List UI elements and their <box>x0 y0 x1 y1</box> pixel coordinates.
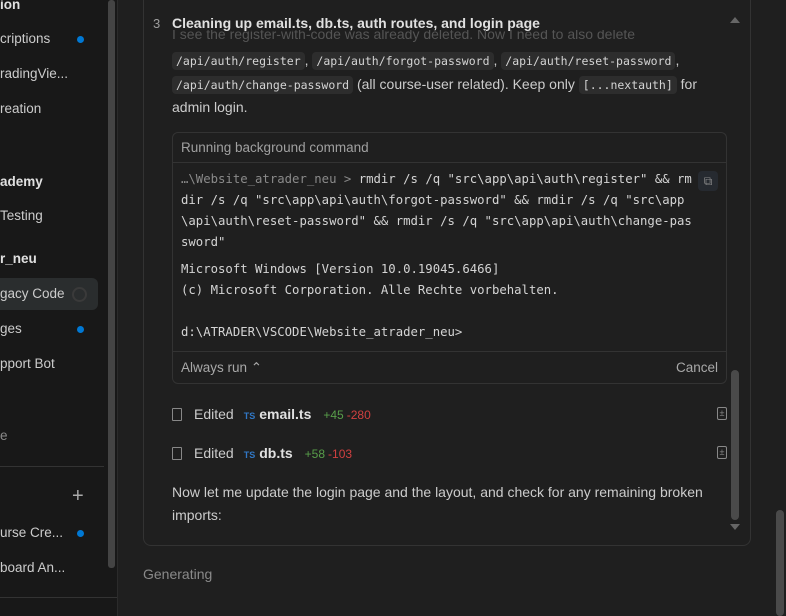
unread-dot <box>77 326 84 333</box>
step-title[interactable]: Cleaning up email.ts, db.ts, auth routes… <box>172 15 540 31</box>
step-number: 3 <box>153 16 161 31</box>
sidebar-group-header[interactable]: r_neu <box>0 243 98 275</box>
divider <box>0 466 104 467</box>
sidebar-item[interactable]: reation <box>0 93 98 125</box>
typescript-icon: TS <box>243 411 256 421</box>
divider <box>0 597 117 598</box>
file-icon <box>172 447 182 460</box>
unread-dot <box>77 36 84 43</box>
file-icon <box>172 408 182 421</box>
sidebar-item[interactable]: criptions <box>0 23 98 55</box>
card-scrollbar[interactable] <box>731 370 739 520</box>
sidebar-item[interactable]: Testing <box>0 200 98 232</box>
diff-icon[interactable]: ± <box>717 407 727 420</box>
sidebar-item-label: gacy Code <box>0 286 65 301</box>
main-scrollbar[interactable] <box>776 510 784 616</box>
terminal-panel: Running background command ⧉ …\Website_a… <box>172 132 727 384</box>
sidebar-item[interactable]: e <box>0 420 98 452</box>
sidebar-group-header[interactable]: ion <box>0 0 98 21</box>
sidebar-scrollbar[interactable] <box>108 0 115 568</box>
terminal-cwd: …\Website_atrader_neu > <box>181 172 359 186</box>
lines-removed: -280 <box>346 408 371 422</box>
code-span: /api/auth/register <box>172 52 305 70</box>
sidebar-item[interactable]: urse Cre... <box>0 517 98 549</box>
copy-icon[interactable]: ⧉ <box>698 171 718 191</box>
diff-icon[interactable]: ± <box>717 446 727 459</box>
sidebar-item[interactable]: radingVie... <box>0 58 98 90</box>
cancel-button[interactable]: Cancel <box>676 352 718 383</box>
sidebar: ion criptions radingVie... reation ademy… <box>0 0 118 616</box>
closing-paragraph: Now let me update the login page and the… <box>172 484 703 523</box>
collapse-icon[interactable] <box>730 17 740 23</box>
file-name[interactable]: db.ts <box>259 445 292 461</box>
scroll-down-icon[interactable] <box>730 524 740 530</box>
sidebar-item-label: urse Cre... <box>0 525 64 540</box>
lines-removed: -103 <box>328 447 353 461</box>
file-name[interactable]: email.ts <box>259 406 311 422</box>
code-span: [...nextauth] <box>578 75 677 94</box>
terminal-title: Running background command <box>173 133 726 163</box>
status-text: Generating <box>143 566 213 582</box>
sidebar-item-label: pport Bot <box>0 356 55 371</box>
terminal-footer: Always run ⌃ Cancel <box>173 351 726 383</box>
unread-dot <box>77 530 84 537</box>
typescript-icon: TS <box>243 450 256 460</box>
sidebar-group-header[interactable]: ademy <box>0 166 98 198</box>
edited-file-row[interactable]: Edited TS email.ts +45 -280 ± <box>172 404 727 424</box>
sidebar-item[interactable]: board An... <box>0 552 98 584</box>
lines-added: +58 <box>304 447 326 461</box>
code-span: /api/auth/forgot-password <box>312 52 494 70</box>
step-paragraph: /api/auth/register, /api/auth/forgot-pas… <box>172 52 698 115</box>
code-span: /api/auth/reset-password <box>501 52 676 70</box>
sidebar-item-label: reation <box>0 101 42 116</box>
sidebar-item-active[interactable]: gacy Code <box>0 278 98 310</box>
sidebar-item-label: ges <box>0 321 22 336</box>
sidebar-item[interactable]: ges <box>0 313 98 345</box>
terminal-result: Microsoft Windows [Version 10.0.19045.64… <box>181 262 559 339</box>
sidebar-item-label: Testing <box>0 208 43 223</box>
sidebar-item[interactable]: pport Bot <box>0 348 98 380</box>
sidebar-item-label: board An... <box>0 560 66 575</box>
sidebar-item-label: radingVie... <box>0 66 69 81</box>
faded-text: I see the register-with-code was already… <box>172 30 636 42</box>
always-run-button[interactable]: Always run ⌃ <box>181 360 262 375</box>
edited-file-row[interactable]: Edited TS db.ts +58 -103 ± <box>172 443 727 463</box>
loading-spinner-icon <box>72 287 87 302</box>
lines-added: +45 <box>323 408 344 422</box>
sidebar-item-label: criptions <box>0 31 51 46</box>
code-span: /api/auth/change-password <box>172 75 354 94</box>
add-icon[interactable]: + <box>72 480 92 512</box>
terminal-output: …\Website_atrader_neu > rmdir /s /q "src… <box>173 163 726 351</box>
